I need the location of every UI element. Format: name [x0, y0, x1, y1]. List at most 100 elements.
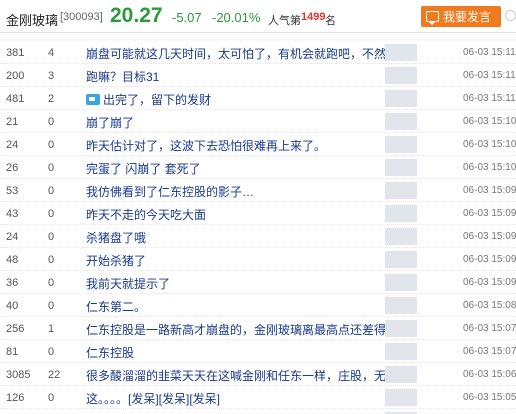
author-blurred	[385, 113, 417, 130]
post-button-label: 我要发言	[443, 10, 492, 24]
post-date: 06-03 15:10	[463, 116, 516, 127]
reply-count: 3	[48, 70, 55, 82]
author-blurred	[385, 44, 417, 61]
close-icon[interactable]	[505, 10, 516, 21]
post-title-link[interactable]: 开始杀猪了	[86, 252, 146, 269]
reply-count: 0	[48, 254, 55, 266]
reply-count: 1	[48, 323, 55, 335]
post-title-link[interactable]: 出完了，留下的发财	[86, 91, 211, 108]
read-count: 81	[6, 346, 19, 358]
post-title-link[interactable]: 很多酸溜溜的韭菜天天在这喊金刚和任东一样，庄股，无	[86, 367, 386, 384]
post-title-text: 这。。。。[发呆][发呆][发呆]	[86, 392, 221, 406]
reply-count: 0	[48, 139, 55, 151]
read-count: 256	[6, 323, 25, 335]
price-change: -5.07	[172, 10, 202, 25]
post-title-text: 完蛋了 闪崩了 套死了	[86, 162, 201, 176]
author-blurred	[385, 320, 417, 337]
post-title-link[interactable]: 完蛋了 闪崩了 套死了	[86, 160, 201, 177]
post-title-link[interactable]: 我前天就提示了	[86, 275, 170, 292]
read-count: 481	[6, 93, 25, 105]
post-date: 06-03 15:11	[463, 70, 516, 81]
post-title-text: 仁东控股	[86, 346, 135, 360]
post-row: 40 0 仁东第二。 06-03 15:08	[0, 294, 516, 317]
post-title-text: 昨天估计对了，这波下去恐怕很难再上来了。	[86, 139, 327, 153]
post-row: 53 0 我仿佛看到了仁东控股的影子… 06-03 15:09	[0, 179, 516, 202]
reply-count: 4	[48, 47, 55, 59]
post-row: 24 0 昨天估计对了，这波下去恐怕很难再上来了。 06-03 15:10	[0, 133, 516, 156]
author-blurred	[385, 205, 417, 222]
read-count: 26	[6, 162, 19, 174]
read-count: 3085	[6, 369, 31, 381]
author-blurred	[385, 182, 417, 199]
post-title-text: 崩了崩了	[86, 116, 135, 130]
read-count: 381	[6, 47, 25, 59]
stock-name[interactable]: 金刚玻璃	[6, 10, 58, 29]
post-date: 06-03 15:09	[463, 208, 516, 219]
clipped-row	[0, 33, 516, 41]
post-row: 24 0 杀猪盘了哦 06-03 15:09	[0, 225, 516, 248]
post-row: 126 0 这。。。。[发呆][发呆][发呆] 06-03 15:05	[0, 386, 516, 409]
post-date: 06-03 15:10	[463, 162, 516, 173]
author-blurred	[385, 389, 417, 406]
read-count: 43	[6, 208, 19, 220]
post-title-text: 仁东控股是一路新高才崩盘的，金刚玻璃离最高点还差得	[86, 323, 387, 337]
post-title-link[interactable]: 崩了崩了	[86, 114, 134, 131]
post-title-link[interactable]: 昨天不走的今天吃大面	[86, 206, 206, 223]
post-title-link[interactable]: 跑嘛？目标31	[86, 68, 159, 85]
author-blurred	[385, 274, 417, 291]
post-date: 06-03 15:10	[463, 139, 516, 150]
post-date: 06-03 15:08	[463, 300, 516, 311]
image-icon	[86, 94, 100, 105]
reply-count: 0	[48, 392, 55, 404]
post-row: 381 4 崩盘可能就这几天时间，太可怕了，有机会就跑吧，不然 06-03 15:11	[0, 41, 516, 64]
author-blurred	[385, 251, 417, 268]
post-title-link[interactable]: 我仿佛看到了仁东控股的影子…	[86, 183, 254, 200]
author-blurred	[385, 343, 417, 360]
post-date: 06-03 15:11	[463, 93, 516, 104]
reply-count: 22	[48, 369, 61, 381]
read-count: 126	[6, 392, 25, 404]
reply-count: 0	[48, 346, 55, 358]
author-blurred	[385, 159, 417, 176]
reply-count: 0	[48, 162, 55, 174]
read-count: 48	[6, 254, 19, 266]
post-list: 381 4 崩盘可能就这几天时间，太可怕了，有机会就跑吧，不然 06-03 15:11…	[0, 41, 516, 414]
post-title-text: 跑嘛？目标31	[86, 70, 160, 84]
post-title-text: 仁东第二。	[86, 300, 147, 314]
post-date: 06-03 15:07	[463, 323, 516, 334]
author-blurred	[385, 67, 417, 84]
reply-count: 0	[48, 185, 55, 197]
post-title-text: 杀猪盘了哦	[86, 231, 147, 245]
post-title-link[interactable]: 杀猪盘了哦	[86, 229, 146, 246]
author-blurred	[385, 297, 417, 314]
post-title-link[interactable]: 崩盘可能就这几天时间，太可怕了，有机会就跑吧，不然	[86, 45, 386, 62]
post-title-link[interactable]: 仁东控股	[86, 344, 134, 361]
post-title-text: 昨天不走的今天吃大面	[86, 208, 207, 222]
reply-count: 0	[48, 231, 55, 243]
read-count: 200	[6, 70, 25, 82]
post-row: 43 0 昨天不走的今天吃大面 06-03 15:09	[0, 202, 516, 225]
post-title-link[interactable]: 仁东控股是一路新高才崩盘的，金刚玻璃离最高点还差得	[86, 321, 386, 338]
post-date: 06-03 15:05	[463, 392, 516, 403]
reply-count: 0	[48, 300, 55, 312]
post-row: 26 0 完蛋了 闪崩了 套死了 06-03 15:10	[0, 156, 516, 179]
post-button[interactable]: 我要发言	[421, 6, 501, 27]
popularity-label: 人气第	[268, 15, 301, 27]
post-row: 81 0 仁东控股 06-03 15:07	[0, 340, 516, 363]
post-title-link[interactable]: 昨天估计对了，这波下去恐怕很难再上来了。	[86, 137, 326, 154]
popularity-unit: 名	[325, 15, 336, 27]
post-row: 21 0 崩了崩了 06-03 15:10	[0, 110, 516, 133]
reply-count: 0	[48, 277, 55, 289]
post-title-link[interactable]: 仁东第二。	[86, 298, 146, 315]
read-count: 53	[6, 185, 19, 197]
post-title-link[interactable]: 这。。。。[发呆][发呆][发呆]	[86, 390, 220, 407]
author-blurred	[385, 366, 417, 383]
reply-count: 2	[48, 93, 55, 105]
price-change-percent: -20.01%	[212, 10, 261, 25]
stock-price: 20.27	[110, 4, 163, 27]
post-row: 481 2 出完了，留下的发财 06-03 15:11	[0, 87, 516, 110]
reply-count: 0	[48, 116, 55, 128]
post-row: 48 0 开始杀猪了 06-03 15:09	[0, 248, 516, 271]
post-row: 256 1 仁东控股是一路新高才崩盘的，金刚玻璃离最高点还差得 06-03 15:07	[0, 317, 516, 340]
read-count: 24	[6, 139, 19, 151]
